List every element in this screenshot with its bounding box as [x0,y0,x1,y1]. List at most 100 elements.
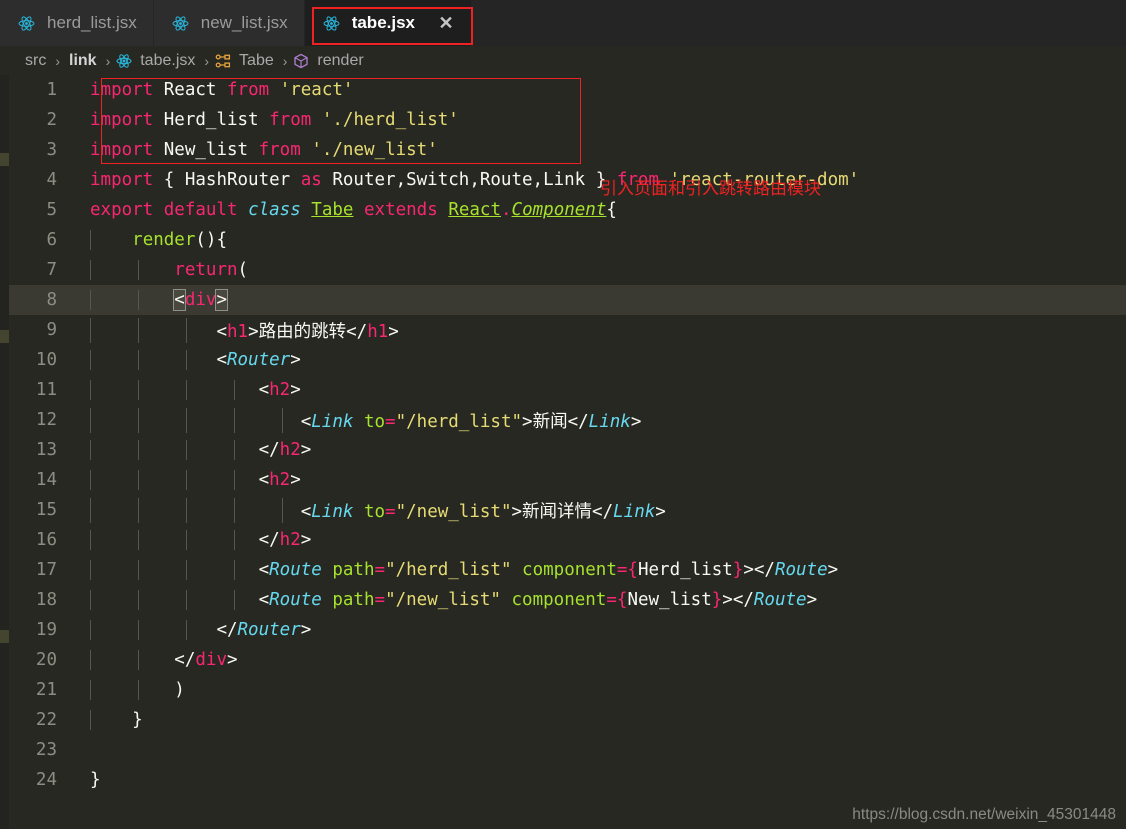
line-number: 14 [35,470,57,490]
tab-label: new_list.jsx [200,13,288,32]
breadcrumb-label: link [69,51,97,69]
line-number: 7 [46,260,57,280]
breadcrumb-item-src[interactable]: src [22,52,49,70]
line-number: 17 [35,560,57,580]
line-number: 13 [35,440,57,460]
tab-bar-empty-space [472,0,1126,46]
close-icon[interactable]: ✕ [437,14,455,32]
line-content[interactable]: </div> [71,650,1126,670]
code-line[interactable]: 6 render(){ [9,225,1126,255]
line-number: 16 [35,530,57,550]
line-number: 2 [46,110,57,130]
line-content[interactable]: </h2> [71,530,1126,550]
code-line[interactable]: 13 </h2> [9,435,1126,465]
overview-mark [0,330,9,343]
line-content[interactable]: ) [71,680,1126,700]
class-icon [215,53,236,69]
react-icon [116,53,137,69]
code-line[interactable]: 14 <h2> [9,465,1126,495]
tab-label: tabe.jsx [351,13,415,32]
overview-mark [0,630,9,643]
breadcrumb: src › link › tabe.jsx › Tabe › render [0,46,1126,75]
line-number: 12 [35,410,57,430]
line-number: 15 [35,500,57,520]
code-line[interactable]: 7 return( [9,255,1126,285]
code-line[interactable]: 22 } [9,705,1126,735]
code-line[interactable]: 24 } [9,765,1126,795]
line-content[interactable]: return( [71,260,1126,280]
tab-new_list-jsx[interactable]: new_list.jsx [153,0,305,46]
line-number: 24 [35,770,57,790]
line-content[interactable]: </Router> [71,620,1126,640]
line-content[interactable]: import { HashRouter as Router,Switch,Rou… [71,170,1126,190]
breadcrumb-label: tabe.jsx [140,51,196,69]
line-number: 5 [46,200,57,220]
code-line[interactable]: 18 <Route path="/new_list" component={Ne… [9,585,1126,615]
line-content[interactable]: <Link to="/herd_list">新闻</Link> [71,407,1126,433]
code-line-active[interactable]: 8 <div> [9,285,1126,315]
react-icon [323,15,340,32]
code-line[interactable]: 10 <Router> [9,345,1126,375]
line-content[interactable]: <h2> [71,470,1126,490]
code-line[interactable]: 21 ) [9,675,1126,705]
line-content[interactable]: import Herd_list from './herd_list' [71,110,1126,130]
code-lines[interactable]: 1 import React from 'react' 2 import Her… [9,75,1126,829]
code-line[interactable]: 11 <h2> [9,375,1126,405]
line-number: 4 [46,170,57,190]
code-line[interactable]: 4 import { HashRouter as Router,Switch,R… [9,165,1126,195]
code-line[interactable]: 9 <h1>路由的跳转</h1> [9,315,1126,345]
watermark: https://blog.csdn.net/weixin_45301448 [852,806,1116,823]
line-content[interactable]: import New_list from './new_list' [71,140,1126,160]
code-line[interactable]: 5 export default class Tabe extends Reac… [9,195,1126,225]
line-content[interactable]: <div> [71,289,1126,311]
line-number: 3 [46,140,57,160]
tab-label: herd_list.jsx [47,13,137,32]
line-number: 20 [35,650,57,670]
breadcrumb-item-render-method[interactable]: render [293,52,366,70]
react-icon [172,15,189,32]
vscode-window: herd_list.jsx new_list.jsx tabe.jsx ✕ sr… [0,0,1126,829]
code-line[interactable]: 19 </Router> [9,615,1126,645]
code-editor[interactable]: 1 import React from 'react' 2 import Her… [0,75,1126,829]
breadcrumb-label: src [25,51,47,69]
code-line[interactable]: 20 </div> [9,645,1126,675]
tab-herd_list-jsx[interactable]: herd_list.jsx [0,0,154,46]
line-content[interactable]: } [71,770,1126,790]
code-line[interactable]: 17 <Route path="/herd_list" component={H… [9,555,1126,585]
breadcrumb-separator: › [282,52,288,69]
overview-mark [0,153,9,166]
import-block-annotation-text: 引入页面和引入跳转路由模块 [600,179,821,199]
line-number: 19 [35,620,57,640]
line-content[interactable]: <Route path="/herd_list" component={Herd… [71,560,1126,580]
line-content[interactable]: </h2> [71,440,1126,460]
line-number: 23 [35,740,57,760]
line-content[interactable]: <Link to="/new_list">新闻详情</Link> [71,497,1126,523]
line-number: 6 [46,230,57,250]
code-line[interactable]: 12 <Link to="/herd_list">新闻</Link> [9,405,1126,435]
breadcrumb-separator: › [55,52,60,69]
code-line[interactable]: 15 <Link to="/new_list">新闻详情</Link> [9,495,1126,525]
line-number: 9 [46,320,57,340]
breadcrumb-item-link[interactable]: link [66,52,100,70]
code-line[interactable]: 23 [9,735,1126,765]
line-number: 10 [35,350,57,370]
line-content[interactable]: <h1>路由的跳转</h1> [71,317,1126,343]
code-line[interactable]: 1 import React from 'react' [9,75,1126,105]
breadcrumb-item-tabe-class[interactable]: Tabe [215,52,277,70]
line-content[interactable]: import React from 'react' [71,80,1126,100]
line-content[interactable]: } [71,710,1126,730]
tab-tabe-jsx[interactable]: tabe.jsx ✕ [304,0,472,46]
line-number: 21 [35,680,57,700]
breadcrumb-separator: › [204,52,210,69]
line-content[interactable]: <h2> [71,380,1126,400]
line-content[interactable]: <Route path="/new_list" component={New_l… [71,590,1126,610]
line-content[interactable]: <Router> [71,350,1126,370]
overview-ruler[interactable] [0,75,9,829]
code-line[interactable]: 3 import New_list from './new_list' [9,135,1126,165]
code-line[interactable]: 16 </h2> [9,525,1126,555]
line-content[interactable]: export default class Tabe extends React.… [71,200,1126,220]
breadcrumb-item-tabe-jsx[interactable]: tabe.jsx [116,52,198,70]
line-content[interactable]: render(){ [71,230,1126,250]
code-line[interactable]: 2 import Herd_list from './herd_list' [9,105,1126,135]
line-number: 1 [46,80,57,100]
